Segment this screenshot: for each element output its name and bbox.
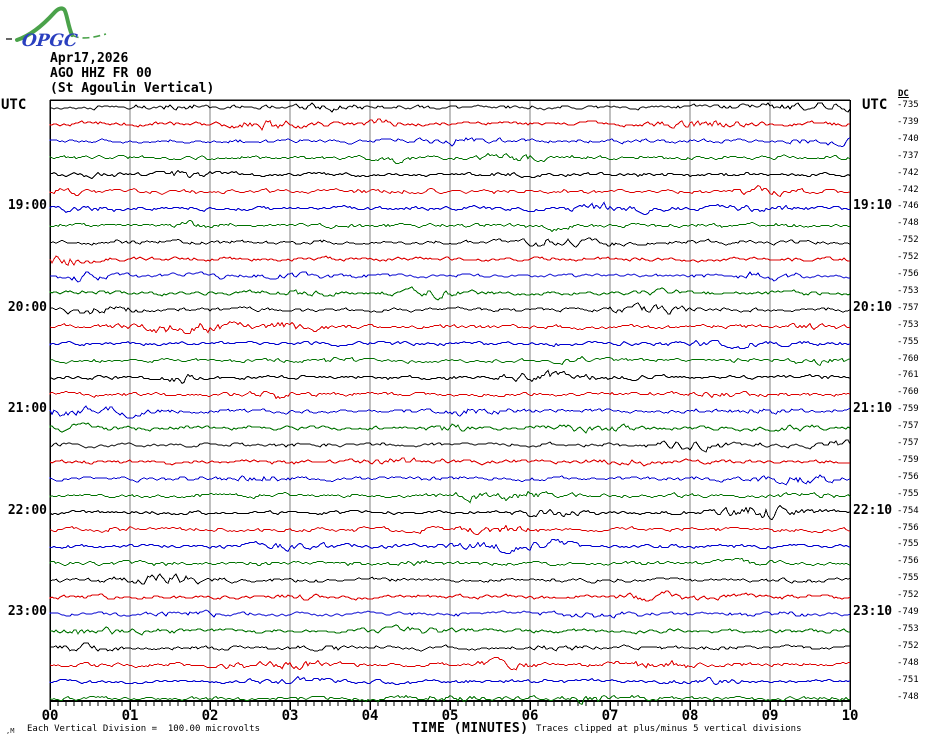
dc-offset-value: -757 bbox=[897, 421, 919, 431]
dc-offset-value: -755 bbox=[897, 539, 919, 549]
dc-offset-value: -753 bbox=[897, 320, 919, 330]
dc-offset-value: -756 bbox=[897, 523, 919, 533]
footer-logo-mark: ,M bbox=[6, 727, 15, 735]
dc-offset-value: -735 bbox=[897, 100, 919, 110]
left-hour-label: 22:00 bbox=[7, 503, 47, 518]
helicorder-page: OPGC Apr17,2026 AGO HHZ FR 00 (St Agouli… bbox=[0, 0, 930, 744]
dc-offset-value: -751 bbox=[897, 675, 919, 685]
left-hour-label: 19:00 bbox=[7, 198, 47, 213]
dc-offset-value: -755 bbox=[897, 337, 919, 347]
right-hour-label: 19:10 bbox=[853, 198, 893, 213]
x-axis-title: TIME (MINUTES) bbox=[412, 721, 529, 736]
seismogram-plot bbox=[49, 99, 851, 710]
dc-offset-value: -742 bbox=[897, 185, 919, 195]
dc-offset-value: -753 bbox=[897, 624, 919, 634]
dc-offset-value: -757 bbox=[897, 438, 919, 448]
x-axis-tick-label: 10 bbox=[841, 708, 859, 724]
dc-offset-value: -756 bbox=[897, 269, 919, 279]
dc-offset-value: -739 bbox=[897, 117, 919, 127]
left-hour-label: 21:00 bbox=[7, 401, 47, 416]
dc-offset-value: -756 bbox=[897, 472, 919, 482]
right-hour-label: 23:10 bbox=[853, 604, 893, 619]
x-axis-tick-label: 07 bbox=[601, 708, 619, 724]
dc-offset-value: -742 bbox=[897, 168, 919, 178]
footer-clip-note: Traces clipped at plus/minus 5 vertical … bbox=[536, 724, 802, 734]
dc-offset-value: -737 bbox=[897, 151, 919, 161]
x-axis-tick-label: 01 bbox=[121, 708, 139, 724]
right-hour-label: 20:10 bbox=[853, 300, 893, 315]
right-hour-label: 22:10 bbox=[853, 503, 893, 518]
dc-offset-value: -748 bbox=[897, 218, 919, 228]
dc-offset-value: -749 bbox=[897, 607, 919, 617]
dc-offset-value: -759 bbox=[897, 404, 919, 414]
x-axis-tick-label: 04 bbox=[361, 708, 379, 724]
left-hour-label: 23:00 bbox=[7, 604, 47, 619]
dc-offset-value: -760 bbox=[897, 354, 919, 364]
dc-offset-value: -761 bbox=[897, 370, 919, 380]
x-axis-tick-label: 09 bbox=[761, 708, 779, 724]
footer-scale-note: Each Vertical Division = 100.00 microvol… bbox=[27, 724, 260, 734]
dc-offset-value: -759 bbox=[897, 455, 919, 465]
dc-offset-value: -753 bbox=[897, 286, 919, 296]
left-hour-label: 20:00 bbox=[7, 300, 47, 315]
dc-offset-value: -748 bbox=[897, 692, 919, 702]
dc-offset-value: -752 bbox=[897, 641, 919, 651]
dc-offset-value: -756 bbox=[897, 556, 919, 566]
dc-offset-value: -757 bbox=[897, 303, 919, 313]
dc-offset-value: -760 bbox=[897, 387, 919, 397]
x-axis-tick-label: 02 bbox=[201, 708, 219, 724]
dc-offset-value: -755 bbox=[897, 573, 919, 583]
dc-offset-value: -746 bbox=[897, 201, 919, 211]
dc-offset-value: -752 bbox=[897, 235, 919, 245]
dc-offset-value: -740 bbox=[897, 134, 919, 144]
x-axis-tick-label: 00 bbox=[41, 708, 59, 724]
dc-offset-value: -755 bbox=[897, 489, 919, 499]
x-axis-tick-label: 08 bbox=[681, 708, 699, 724]
dc-offset-value: -752 bbox=[897, 590, 919, 600]
dc-offset-value: -752 bbox=[897, 252, 919, 262]
dc-offset-value: -748 bbox=[897, 658, 919, 668]
right-hour-label: 21:10 bbox=[853, 401, 893, 416]
dc-offset-value: -754 bbox=[897, 506, 919, 516]
x-axis-tick-label: 03 bbox=[281, 708, 299, 724]
